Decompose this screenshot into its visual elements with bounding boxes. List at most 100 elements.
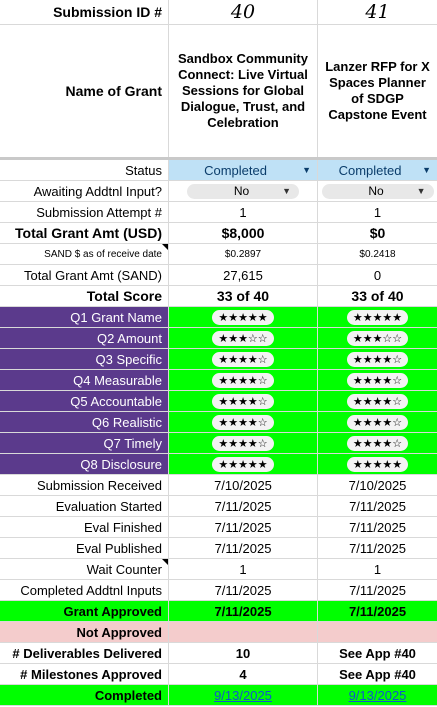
- eval-started-41[interactable]: 7/11/2025: [318, 496, 437, 516]
- status-label[interactable]: Status: [0, 160, 169, 180]
- status-dropdown-41[interactable]: Completed ▼: [318, 160, 437, 180]
- sand-rate-label[interactable]: SAND $ as of receive date: [0, 244, 169, 264]
- wait-counter-41[interactable]: 1: [318, 559, 437, 579]
- grant-approved-label[interactable]: Grant Approved: [0, 601, 169, 621]
- grant-approved-40[interactable]: 7/11/2025: [169, 601, 318, 621]
- eval-published-label[interactable]: Eval Published: [0, 538, 169, 558]
- grant-name-40[interactable]: Sandbox Community Connect: Live Virtual …: [169, 25, 318, 157]
- deliverables-41[interactable]: See App #40: [318, 643, 437, 663]
- star-rating[interactable]: ★★★★★: [212, 456, 274, 472]
- wait-counter-label[interactable]: Wait Counter: [0, 559, 169, 579]
- grant-name-label[interactable]: Name of Grant: [0, 25, 169, 157]
- completed-41[interactable]: 9/13/2025: [318, 685, 437, 705]
- star-rating[interactable]: ★★★★☆: [346, 372, 409, 388]
- question-label[interactable]: Q3 Specific: [0, 349, 169, 369]
- not-approved-40[interactable]: [169, 622, 318, 642]
- total-usd-41[interactable]: $0: [318, 223, 437, 243]
- total-sand-label[interactable]: Total Grant Amt (SAND): [0, 265, 169, 285]
- sand-rate-41[interactable]: $0.2418: [318, 244, 437, 264]
- rating-cell-41[interactable]: ★★★★★: [318, 454, 437, 474]
- total-score-label[interactable]: Total Score: [0, 286, 169, 306]
- completed-link-40[interactable]: 9/13/2025: [214, 688, 272, 703]
- total-usd-label[interactable]: Total Grant Amt (USD): [0, 223, 169, 243]
- sand-rate-40[interactable]: $0.2897: [169, 244, 318, 264]
- rating-cell-41[interactable]: ★★★★☆: [318, 433, 437, 453]
- rating-cell-41[interactable]: ★★★★☆: [318, 391, 437, 411]
- eval-finished-40[interactable]: 7/11/2025: [169, 517, 318, 537]
- completed-inputs-40[interactable]: 7/11/2025: [169, 580, 318, 600]
- attempt-label[interactable]: Submission Attempt #: [0, 202, 169, 222]
- awaiting-dropdown-41[interactable]: No ▼: [321, 183, 434, 199]
- question-label[interactable]: Q5 Accountable: [0, 391, 169, 411]
- total-sand-40[interactable]: 27,615: [169, 265, 318, 285]
- total-usd-40[interactable]: $8,000: [169, 223, 318, 243]
- received-41[interactable]: 7/10/2025: [318, 475, 437, 495]
- grant-approved-41[interactable]: 7/11/2025: [318, 601, 437, 621]
- total-score-41[interactable]: 33 of 40: [318, 286, 437, 306]
- star-rating[interactable]: ★★★★★: [346, 456, 409, 472]
- milestones-label[interactable]: # Milestones Approved: [0, 664, 169, 684]
- rating-cell-41[interactable]: ★★★★☆: [318, 370, 437, 390]
- status-dropdown-40[interactable]: Completed ▼: [169, 160, 318, 180]
- milestones-41[interactable]: See App #40: [318, 664, 437, 684]
- star-rating[interactable]: ★★★★☆: [346, 393, 409, 409]
- rating-cell-40[interactable]: ★★★★☆: [169, 349, 318, 369]
- eval-finished-label[interactable]: Eval Finished: [0, 517, 169, 537]
- star-rating[interactable]: ★★★★☆: [212, 414, 274, 430]
- eval-started-40[interactable]: 7/11/2025: [169, 496, 318, 516]
- star-rating[interactable]: ★★★★★: [212, 309, 274, 325]
- rating-cell-40[interactable]: ★★★★☆: [169, 412, 318, 432]
- rating-cell-41[interactable]: ★★★★☆: [318, 412, 437, 432]
- star-rating[interactable]: ★★★★☆: [212, 351, 274, 367]
- completed-inputs-41[interactable]: 7/11/2025: [318, 580, 437, 600]
- star-rating[interactable]: ★★★★☆: [212, 372, 274, 388]
- rating-cell-40[interactable]: ★★★★☆: [169, 391, 318, 411]
- question-label[interactable]: Q4 Measurable: [0, 370, 169, 390]
- awaiting-cell-41[interactable]: No ▼: [318, 181, 437, 201]
- question-label[interactable]: Q1 Grant Name: [0, 307, 169, 327]
- question-label[interactable]: Q6 Realistic: [0, 412, 169, 432]
- submission-id-label[interactable]: Submission ID #: [0, 0, 169, 24]
- awaiting-label[interactable]: Awaiting Addtnl Input?: [0, 181, 169, 201]
- received-label[interactable]: Submission Received: [0, 475, 169, 495]
- completed-40[interactable]: 9/13/2025: [169, 685, 318, 705]
- submission-id-40[interactable]: 40: [169, 0, 318, 24]
- not-approved-41[interactable]: [318, 622, 437, 642]
- milestones-40[interactable]: 4: [169, 664, 318, 684]
- wait-counter-40[interactable]: 1: [169, 559, 318, 579]
- rating-cell-40[interactable]: ★★★★☆: [169, 370, 318, 390]
- total-score-40[interactable]: 33 of 40: [169, 286, 318, 306]
- awaiting-cell-40[interactable]: No ▼: [169, 181, 318, 201]
- star-rating[interactable]: ★★★☆☆: [346, 330, 409, 346]
- star-rating[interactable]: ★★★★☆: [346, 351, 409, 367]
- awaiting-dropdown-40[interactable]: No ▼: [187, 183, 299, 199]
- rating-cell-40[interactable]: ★★★★★: [169, 454, 318, 474]
- not-approved-label[interactable]: Not Approved: [0, 622, 169, 642]
- rating-cell-41[interactable]: ★★★★★: [318, 307, 437, 327]
- eval-published-40[interactable]: 7/11/2025: [169, 538, 318, 558]
- grant-name-41[interactable]: Lanzer RFP for X Spaces Planner of SDGP …: [318, 25, 437, 157]
- star-rating[interactable]: ★★★★☆: [346, 435, 409, 451]
- total-sand-41[interactable]: 0: [318, 265, 437, 285]
- question-label[interactable]: Q7 Timely: [0, 433, 169, 453]
- attempt-41[interactable]: 1: [318, 202, 437, 222]
- eval-started-label[interactable]: Evaluation Started: [0, 496, 169, 516]
- completed-link-41[interactable]: 9/13/2025: [349, 688, 407, 703]
- completed-label[interactable]: Completed: [0, 685, 169, 705]
- question-label[interactable]: Q2 Amount: [0, 328, 169, 348]
- star-rating[interactable]: ★★★★☆: [212, 435, 274, 451]
- received-40[interactable]: 7/10/2025: [169, 475, 318, 495]
- completed-inputs-label[interactable]: Completed Addtnl Inputs: [0, 580, 169, 600]
- rating-cell-40[interactable]: ★★★★☆: [169, 433, 318, 453]
- star-rating[interactable]: ★★★★☆: [346, 414, 409, 430]
- question-label[interactable]: Q8 Disclosure: [0, 454, 169, 474]
- rating-cell-41[interactable]: ★★★★☆: [318, 349, 437, 369]
- submission-id-41[interactable]: 41: [318, 0, 437, 24]
- rating-cell-40[interactable]: ★★★☆☆: [169, 328, 318, 348]
- star-rating[interactable]: ★★★☆☆: [212, 330, 274, 346]
- rating-cell-40[interactable]: ★★★★★: [169, 307, 318, 327]
- deliverables-40[interactable]: 10: [169, 643, 318, 663]
- star-rating[interactable]: ★★★★★: [346, 309, 409, 325]
- eval-published-41[interactable]: 7/11/2025: [318, 538, 437, 558]
- eval-finished-41[interactable]: 7/11/2025: [318, 517, 437, 537]
